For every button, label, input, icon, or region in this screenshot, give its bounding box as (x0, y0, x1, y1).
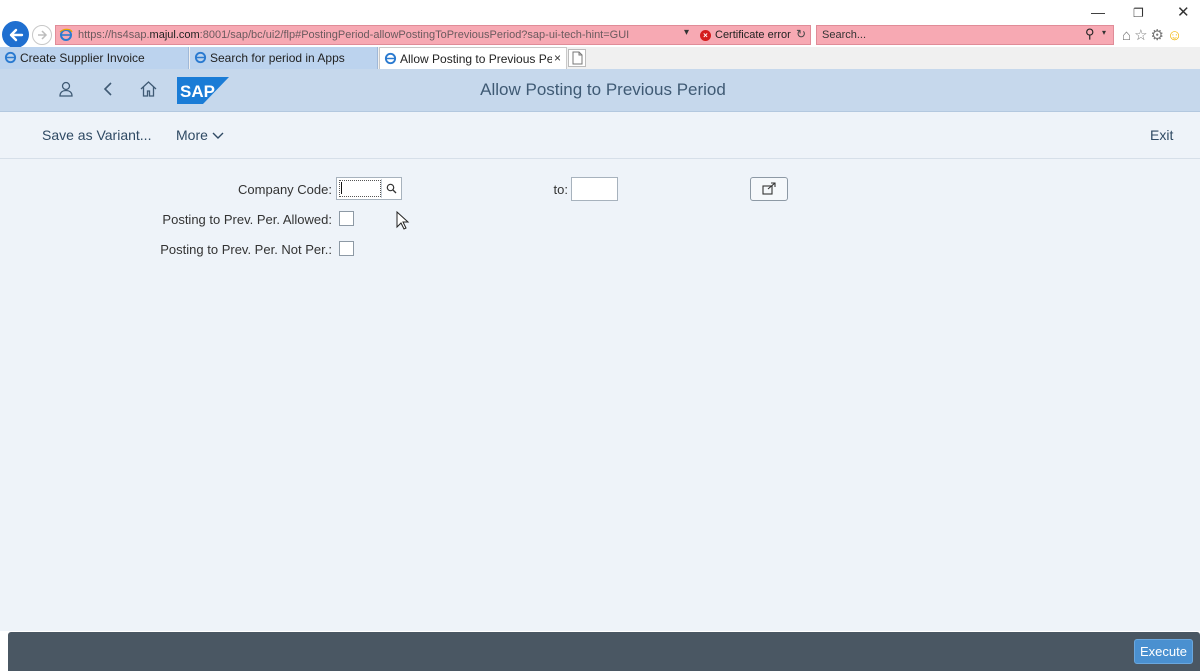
more-menu-button[interactable]: More (176, 127, 224, 143)
browser-search-input[interactable]: Search... ⚲ ▾ (816, 25, 1114, 45)
posting-not-permitted-label: Posting to Prev. Per. Not Per.: (160, 242, 332, 257)
posting-allowed-checkbox[interactable] (339, 211, 354, 226)
browser-window: https://hs4sap.majul.com:8001/sap/bc/ui2… (0, 0, 1200, 671)
company-code-to-input[interactable] (571, 177, 618, 201)
feedback-smiley-icon[interactable]: ☺ (1167, 27, 1185, 44)
close-window-icon[interactable]: ✕ (1177, 3, 1190, 21)
forward-button[interactable] (32, 25, 52, 45)
tab-create-supplier-invoice[interactable]: Create Supplier Invoice (0, 47, 189, 69)
address-bar[interactable]: https://hs4sap.majul.com:8001/sap/bc/ui2… (55, 25, 811, 45)
browser-tool-icons: ⌂☆⚙☺ (1122, 26, 1185, 44)
minimize-icon[interactable]: — (1091, 4, 1105, 20)
selection-screen (0, 159, 1200, 631)
posting-allowed-label: Posting to Prev. Per. Allowed: (162, 212, 332, 227)
save-as-variant-button[interactable]: Save as Variant... (42, 127, 151, 143)
page-title: Allow Posting to Previous Period (480, 80, 726, 99)
ie-page-icon (194, 51, 207, 69)
tab-allow-posting[interactable]: Allow Posting to Previous Per... × (379, 47, 567, 69)
focus-outline (339, 180, 381, 197)
to-label: to: (553, 182, 568, 197)
multiple-selection-button[interactable] (750, 177, 788, 201)
url-suffix: :8001/sap/bc/ui2/flp#PostingPeriod-allow… (199, 29, 630, 41)
company-code-label: Company Code: (238, 182, 332, 197)
refresh-icon[interactable]: ↻ (796, 27, 806, 41)
home-icon[interactable]: ⌂ (1122, 27, 1134, 44)
tab-label: Create Supplier Invoice (20, 51, 145, 65)
tab-search-for-period[interactable]: Search for period in Apps (190, 47, 378, 69)
more-label: More (176, 127, 208, 143)
value-help-icon[interactable] (381, 179, 400, 198)
multiple-selection-arrow-icon (762, 182, 776, 195)
execute-button[interactable]: Execute (1134, 639, 1193, 664)
new-tab-icon (572, 51, 583, 65)
url-domain: majul.com (149, 29, 200, 41)
footer-bar (8, 632, 1200, 671)
restore-icon[interactable]: ❐ (1133, 6, 1144, 20)
company-code-from-input[interactable] (336, 177, 402, 200)
tab-label: Search for period in Apps (210, 51, 345, 65)
certificate-error-label[interactable]: Certificate error (715, 29, 791, 41)
close-tab-icon[interactable]: × (554, 51, 561, 65)
posting-not-permitted-checkbox[interactable] (339, 241, 354, 256)
arrow-left-icon (9, 28, 23, 41)
ie-page-icon (384, 52, 397, 70)
address-dropdown-icon[interactable]: ▾ (684, 27, 689, 38)
url-prefix: https://hs4sap. (78, 29, 150, 41)
favorites-star-icon[interactable]: ☆ (1134, 27, 1150, 44)
certificate-error-icon[interactable]: × (700, 30, 711, 41)
arrow-right-icon (38, 30, 48, 40)
chevron-down-icon (212, 132, 224, 140)
mouse-pointer-icon (396, 210, 410, 236)
ie-page-icon (4, 51, 17, 69)
address-url: https://hs4sap.majul.com:8001/sap/bc/ui2… (78, 29, 629, 41)
exit-button[interactable]: Exit (1150, 127, 1173, 143)
search-placeholder: Search... (822, 29, 867, 41)
search-icon[interactable]: ⚲ (1085, 26, 1095, 42)
gear-icon[interactable]: ⚙ (1151, 27, 1167, 44)
new-tab-button[interactable] (568, 49, 586, 67)
back-button[interactable] (2, 21, 29, 48)
search-dropdown-icon[interactable]: ▾ (1102, 28, 1106, 37)
ie-page-icon (59, 28, 73, 47)
tab-label: Allow Posting to Previous Per... (400, 52, 552, 66)
